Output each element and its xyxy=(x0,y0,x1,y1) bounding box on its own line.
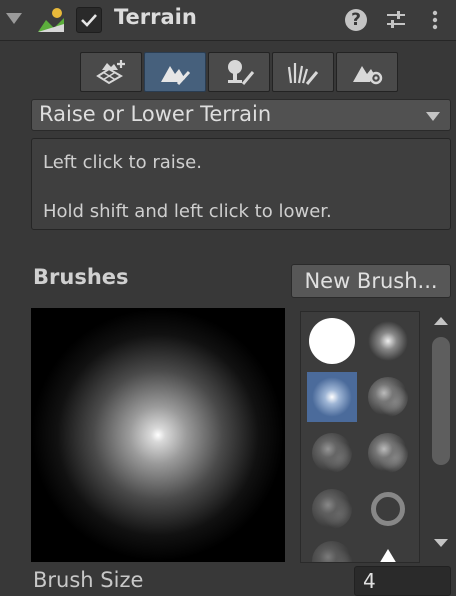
tool-terrain-settings[interactable] xyxy=(336,52,398,92)
chevron-down-icon xyxy=(426,112,440,121)
brush-item[interactable] xyxy=(307,536,357,562)
scroll-down-arrow-icon[interactable] xyxy=(434,539,448,547)
inspector-header: Terrain ? xyxy=(0,0,456,41)
brush-item[interactable] xyxy=(363,372,413,422)
paint-details-icon xyxy=(287,63,319,85)
brush-noise xyxy=(312,433,352,473)
brush-noise xyxy=(312,489,352,529)
foldout-arrow-icon[interactable] xyxy=(6,13,22,24)
terrain-toolbar xyxy=(80,52,400,92)
brush-noise xyxy=(312,541,352,562)
tool-create-neighbor[interactable] xyxy=(80,52,142,92)
brush-item[interactable] xyxy=(307,428,357,478)
tool-mode-dropdown[interactable]: Raise or Lower Terrain xyxy=(31,99,451,131)
brush-list xyxy=(300,311,420,563)
help-text-lower: Hold shift and left click to lower. xyxy=(43,201,332,222)
help-icon[interactable]: ? xyxy=(345,9,367,31)
brush-item[interactable] xyxy=(307,484,357,534)
brush-noise xyxy=(368,377,408,417)
create-neighbor-terrain-icon xyxy=(96,60,125,85)
brush-item[interactable] xyxy=(363,534,413,562)
brush-size-field[interactable]: 4 xyxy=(354,566,451,596)
brushes-heading: Brushes xyxy=(33,265,129,289)
terrain-component-icon xyxy=(38,8,64,32)
paint-terrain-icon xyxy=(161,66,191,86)
kebab-menu-icon[interactable] xyxy=(424,9,446,31)
brush-soft-circle xyxy=(312,377,352,417)
brush-item[interactable] xyxy=(363,316,413,366)
paint-trees-icon xyxy=(228,60,255,85)
checkmark-icon xyxy=(81,14,97,27)
terrain-settings-icon xyxy=(353,66,383,85)
brush-noise xyxy=(368,433,408,473)
scroll-thumb[interactable] xyxy=(432,337,450,465)
brush-item-selected[interactable] xyxy=(307,372,357,422)
brush-solid-circle xyxy=(309,318,355,364)
brush-item[interactable] xyxy=(363,484,413,534)
presets-icon[interactable] xyxy=(385,9,407,31)
brush-size-label: Brush Size xyxy=(33,568,144,592)
scroll-up-arrow-icon[interactable] xyxy=(434,317,448,325)
dropdown-selected-value: Raise or Lower Terrain xyxy=(39,102,272,126)
brush-list-scrollbar[interactable] xyxy=(429,311,453,563)
brush-trapezoid xyxy=(376,549,400,562)
brush-item[interactable] xyxy=(307,316,357,366)
help-text-raise: Left click to raise. xyxy=(43,152,202,173)
brush-soft-circle xyxy=(368,321,408,361)
component-title: Terrain xyxy=(114,5,197,29)
brush-ring xyxy=(371,492,405,526)
tool-paint-trees[interactable] xyxy=(208,52,270,92)
new-brush-button[interactable]: New Brush... xyxy=(291,264,451,298)
brush-preview xyxy=(31,308,285,562)
tool-paint-terrain[interactable] xyxy=(144,52,206,92)
brush-item[interactable] xyxy=(363,428,413,478)
tool-paint-details[interactable] xyxy=(272,52,334,92)
enable-checkbox[interactable] xyxy=(76,7,102,33)
tool-help-box: Left click to raise. Hold shift and left… xyxy=(31,138,451,230)
